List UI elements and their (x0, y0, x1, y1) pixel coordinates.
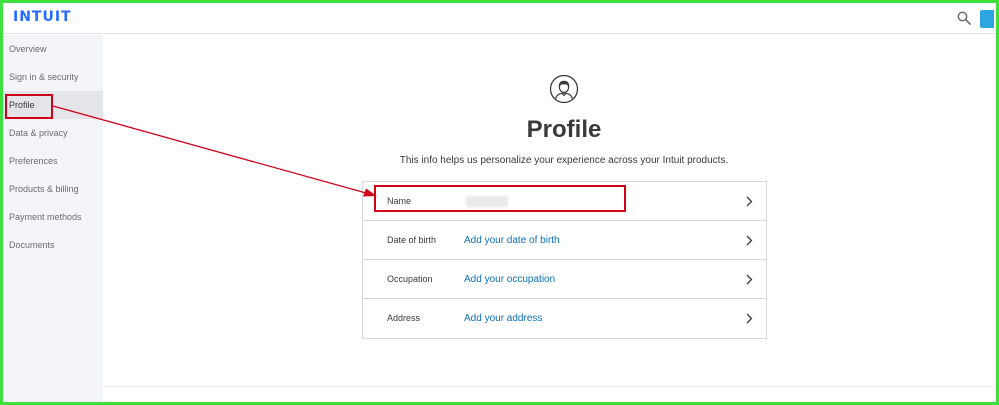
row-value[interactable]: Add your date of birth (464, 221, 560, 260)
chevron-right-icon (746, 235, 753, 246)
profile-row-name[interactable]: Name (363, 182, 766, 221)
row-value[interactable]: Add your occupation (464, 260, 555, 299)
sidebar-item-sign-in-security[interactable]: Sign in & security (3, 63, 103, 91)
profile-row-occupation[interactable]: Occupation Add your occupation (363, 260, 766, 299)
sidebar-item-data-privacy[interactable]: Data & privacy (3, 119, 103, 147)
sidebar-item-products-billing[interactable]: Products & billing (3, 175, 103, 203)
search-icon[interactable] (957, 11, 971, 25)
divider (103, 386, 996, 387)
top-bar: INTUIT (3, 3, 996, 34)
profile-card: Name Date of birth Add your date of birt… (362, 181, 767, 339)
user-profile-icon (549, 74, 579, 104)
page-subtitle: This info helps us personalize your expe… (399, 155, 729, 166)
profile-row-address[interactable]: Address Add your address (363, 299, 766, 338)
sidebar-item-preferences[interactable]: Preferences (3, 147, 103, 175)
sidebar-item-profile[interactable]: Profile (3, 91, 103, 119)
page-title: Profile (526, 116, 602, 143)
chevron-right-icon (746, 196, 753, 207)
row-value[interactable]: Add your address (464, 299, 542, 338)
sidebar-item-payment-methods[interactable]: Payment methods (3, 203, 103, 231)
redacted-value (466, 196, 508, 207)
row-label: Date of birth (387, 235, 437, 245)
sidebar: Overview Sign in & security Profile Data… (3, 35, 103, 402)
chevron-right-icon (746, 274, 753, 285)
intuit-logo[interactable]: INTUIT (13, 9, 72, 25)
avatar-icon[interactable] (980, 10, 994, 28)
sidebar-item-overview[interactable]: Overview (3, 35, 103, 63)
row-label: Address (387, 313, 421, 323)
row-label: Name (387, 196, 412, 206)
profile-row-date-of-birth[interactable]: Date of birth Add your date of birth (363, 221, 766, 260)
sidebar-item-documents[interactable]: Documents (3, 231, 103, 259)
row-label: Occupation (387, 274, 433, 284)
chevron-right-icon (746, 313, 753, 324)
